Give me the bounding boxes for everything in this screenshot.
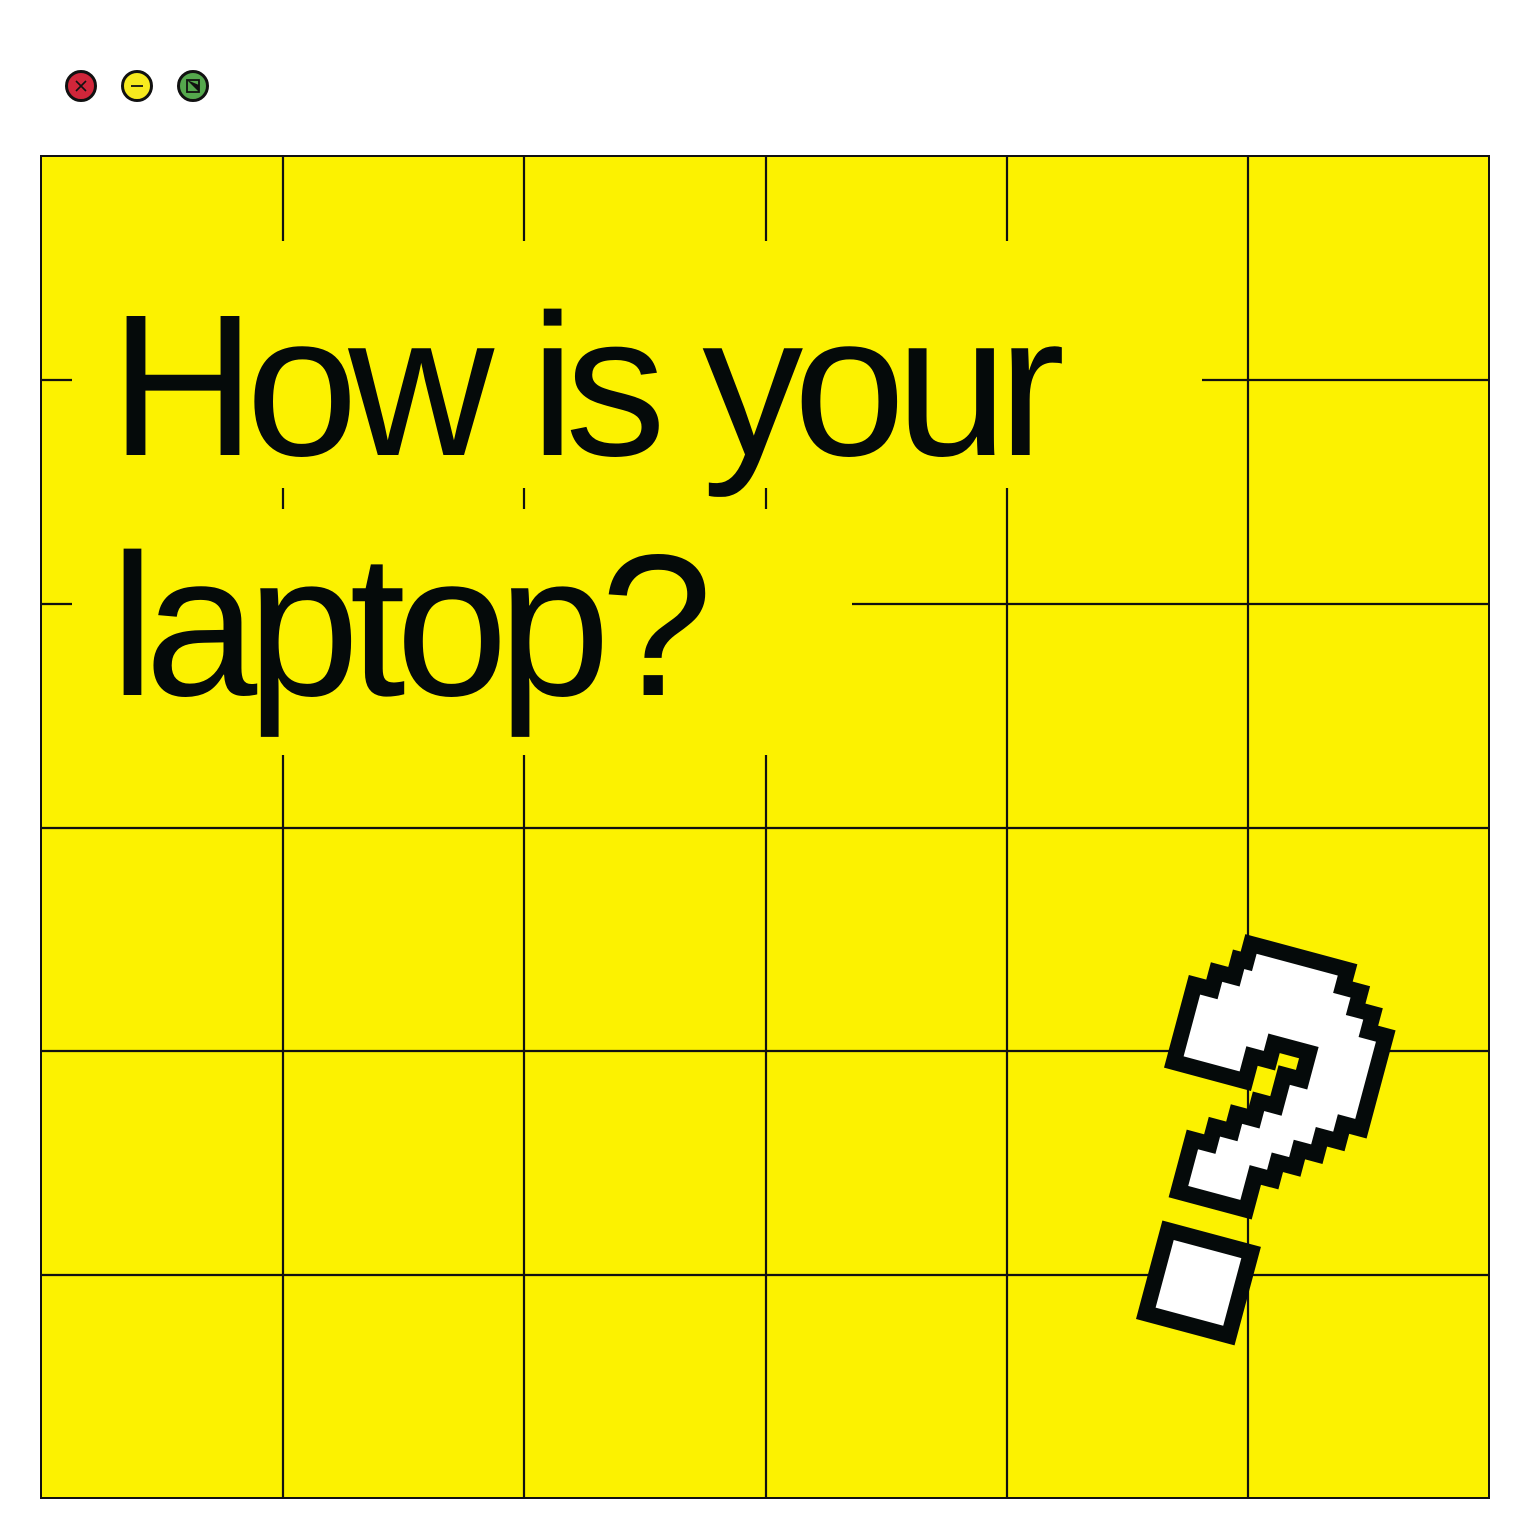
- maximize-button[interactable]: [177, 70, 209, 102]
- headline-line-1: How is your: [110, 272, 1065, 498]
- pixel-question-mark-icon: [1136, 934, 1396, 1346]
- minimize-button[interactable]: [121, 70, 153, 102]
- close-x-icon: [75, 80, 87, 92]
- expand-arrow-icon: [186, 79, 200, 93]
- headline-line-2: laptop?: [110, 512, 713, 738]
- window-titlebar: [0, 0, 1531, 150]
- main-canvas: How is your laptop?: [40, 155, 1490, 1499]
- headline: How is your laptop?: [110, 265, 1065, 745]
- close-button[interactable]: [65, 70, 97, 102]
- minus-icon: [131, 85, 143, 87]
